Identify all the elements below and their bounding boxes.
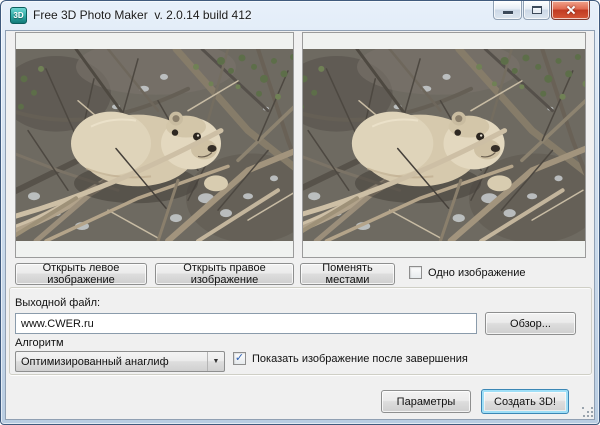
single-image-checkbox[interactable] bbox=[409, 266, 422, 279]
algorithm-label: Алгоритм bbox=[15, 337, 64, 349]
app-window: 3D Free 3D Photo Maker v. 2.0.14 build 4… bbox=[0, 0, 600, 425]
titlebar[interactable]: 3D Free 3D Photo Maker v. 2.0.14 build 4… bbox=[1, 1, 599, 30]
swap-images-button[interactable]: Поменять местами bbox=[300, 263, 395, 285]
show-after-label: Показать изображение после завершения bbox=[252, 353, 468, 365]
right-image-panel bbox=[302, 32, 586, 258]
resize-grip-dots bbox=[582, 407, 584, 409]
open-right-image-button[interactable]: Открыть правое изображение bbox=[155, 263, 294, 285]
show-after-checkbox[interactable]: ✓ bbox=[233, 352, 246, 365]
browse-button[interactable]: Обзор... bbox=[485, 312, 576, 335]
output-file-label: Выходной файл: bbox=[15, 297, 100, 309]
close-icon bbox=[565, 4, 577, 16]
parameters-button[interactable]: Параметры bbox=[381, 390, 471, 413]
maximize-button[interactable] bbox=[523, 1, 550, 20]
minimize-icon bbox=[503, 11, 513, 14]
window-controls bbox=[492, 1, 590, 20]
app-icon-label: 3D bbox=[13, 11, 23, 20]
check-icon: ✓ bbox=[235, 353, 244, 364]
left-image-panel bbox=[15, 32, 294, 258]
maximize-icon bbox=[532, 6, 542, 14]
resize-grip[interactable] bbox=[582, 407, 593, 418]
algorithm-dropdown[interactable]: Оптимизированный анаглиф ▼ bbox=[15, 351, 225, 372]
minimize-button[interactable] bbox=[493, 1, 522, 20]
single-image-label: Одно изображение bbox=[428, 267, 526, 279]
single-image-option[interactable]: Одно изображение bbox=[409, 266, 526, 279]
algorithm-selected-value: Оптимизированный анаглиф bbox=[16, 356, 207, 368]
app-icon: 3D bbox=[10, 7, 27, 24]
chevron-down-icon[interactable]: ▼ bbox=[207, 352, 224, 371]
create-3d-button[interactable]: Создать 3D! bbox=[481, 389, 569, 414]
open-left-image-button[interactable]: Открыть левое изображение bbox=[15, 263, 147, 285]
left-image-preview bbox=[16, 49, 293, 241]
close-button[interactable] bbox=[551, 1, 590, 20]
show-after-option[interactable]: ✓ Показать изображение после завершения bbox=[233, 352, 468, 365]
output-file-input[interactable] bbox=[15, 313, 477, 334]
right-image-preview bbox=[303, 49, 585, 241]
window-title: Free 3D Photo Maker v. 2.0.14 build 412 bbox=[33, 8, 252, 22]
